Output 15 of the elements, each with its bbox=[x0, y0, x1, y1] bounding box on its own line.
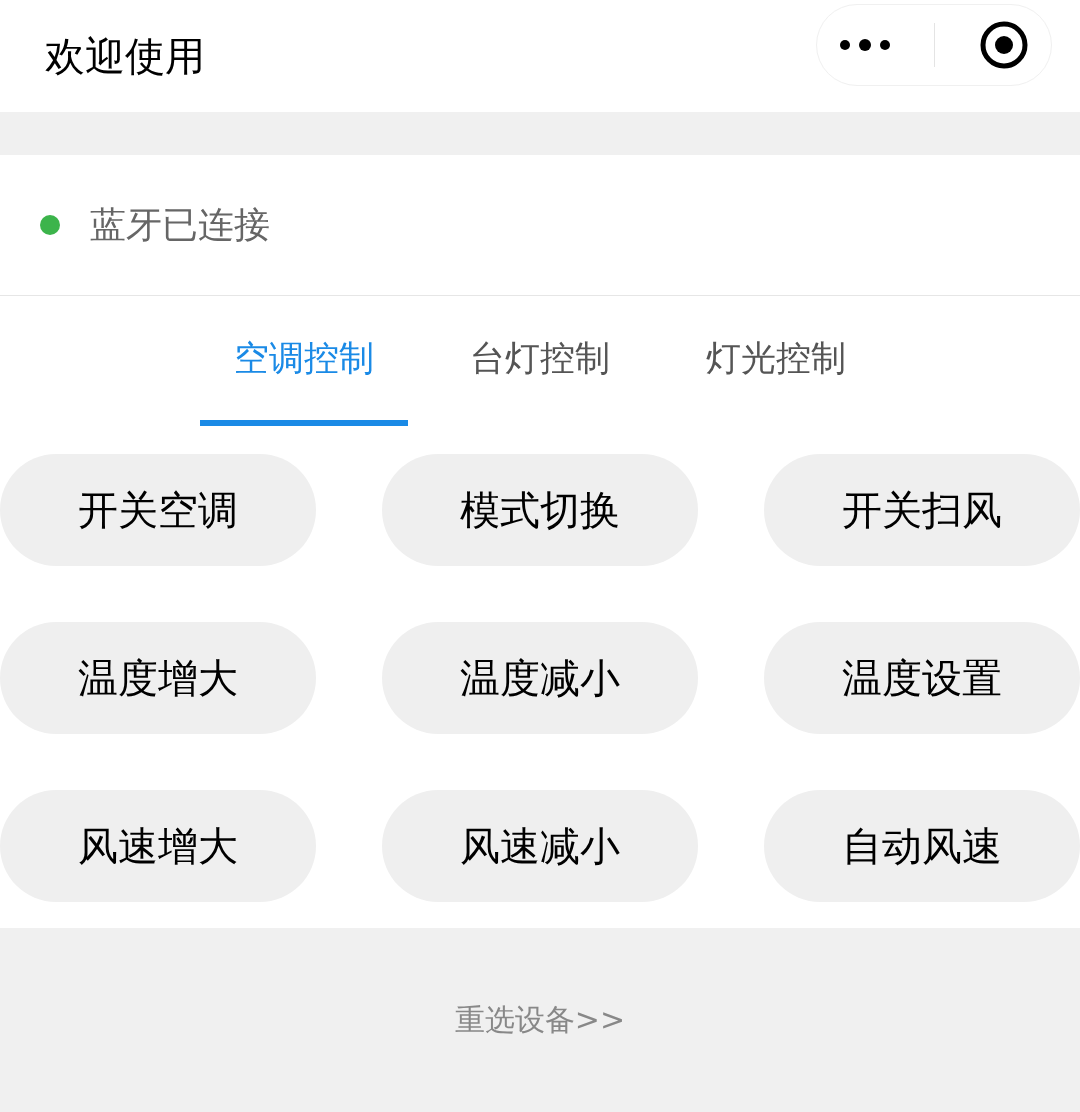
tab[interactable]: 空调控制 bbox=[200, 296, 408, 426]
control-button[interactable]: 风速减小 bbox=[382, 790, 698, 902]
control-button[interactable]: 温度减小 bbox=[382, 622, 698, 734]
control-button[interactable]: 温度设置 bbox=[764, 622, 1080, 734]
page-title: 欢迎使用 bbox=[45, 31, 205, 81]
control-button[interactable]: 自动风速 bbox=[764, 790, 1080, 902]
control-button[interactable]: 风速增大 bbox=[0, 790, 316, 902]
more-icon[interactable] bbox=[838, 39, 891, 51]
control-button[interactable]: 开关扫风 bbox=[764, 454, 1080, 566]
tab[interactable]: 灯光控制 bbox=[672, 296, 880, 426]
status-text: 蓝牙已连接 bbox=[90, 202, 270, 247]
control-button[interactable]: 模式切换 bbox=[382, 454, 698, 566]
tab[interactable]: 台灯控制 bbox=[436, 296, 644, 426]
control-button[interactable]: 温度增大 bbox=[0, 622, 316, 734]
control-button[interactable]: 开关空调 bbox=[0, 454, 316, 566]
